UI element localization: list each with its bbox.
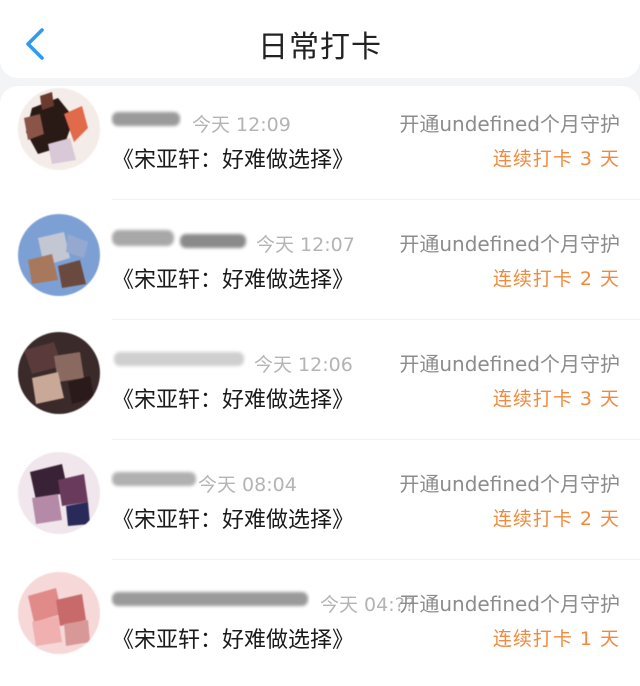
avatar[interactable] [18, 332, 100, 414]
page-title: 日常打卡 [258, 30, 382, 65]
checkin-time: 今天 12:09 [192, 114, 291, 136]
book-title: 《宋亚轩：好难做选择》 [112, 388, 355, 413]
checkin-row[interactable]: 今天 12:09 开通undefined个月守护 《宋亚轩：好难做选择》 连续打… [0, 86, 640, 206]
divider [112, 439, 640, 440]
checkin-time: 今天 12:06 [254, 354, 353, 376]
checkin-list: 今天 12:09 开通undefined个月守护 《宋亚轩：好难做选择》 连续打… [0, 86, 640, 686]
avatar[interactable] [18, 572, 100, 654]
book-title: 《宋亚轩：好难做选择》 [112, 268, 355, 293]
streak-label: 连续打卡 2 天 [492, 508, 620, 530]
checkin-row[interactable]: 今天 04:?? 开通undefined个月守护 《宋亚轩：好难做选择》 连续打… [0, 566, 640, 686]
checkin-row[interactable]: 今天 08:04 开通undefined个月守护 《宋亚轩：好难做选择》 连续打… [0, 446, 640, 566]
nav-header: 日常打卡 [0, 0, 640, 78]
guard-info: 开通undefined个月守护 [399, 352, 620, 376]
checkin-time: 今天 08:04 [198, 474, 297, 496]
divider [112, 559, 640, 560]
checkin-row[interactable]: 今天 12:07 开通undefined个月守护 《宋亚轩：好难做选择》 连续打… [0, 206, 640, 326]
username-redacted [110, 226, 250, 252]
streak-label: 连续打卡 3 天 [492, 388, 620, 410]
avatar[interactable] [18, 452, 100, 534]
streak-label: 连续打卡 3 天 [492, 148, 620, 170]
book-title: 《宋亚轩：好难做选择》 [112, 628, 355, 653]
checkin-row[interactable]: 今天 12:06 开通undefined个月守护 《宋亚轩：好难做选择》 连续打… [0, 326, 640, 446]
username-redacted [110, 346, 250, 372]
guard-info: 开通undefined个月守护 [399, 472, 620, 496]
streak-label: 连续打卡 2 天 [492, 268, 620, 290]
username-redacted [110, 586, 310, 612]
checkin-time: 今天 12:07 [256, 234, 355, 256]
avatar[interactable] [18, 214, 100, 296]
username-redacted [110, 466, 200, 492]
username-redacted [110, 106, 182, 132]
guard-info: 开通undefined个月守护 [399, 112, 620, 136]
guard-info: 开通undefined个月守护 [399, 232, 620, 256]
avatar[interactable] [18, 88, 100, 170]
divider [112, 319, 640, 320]
book-title: 《宋亚轩：好难做选择》 [112, 148, 355, 173]
book-title: 《宋亚轩：好难做选择》 [112, 508, 355, 533]
guard-info: 开通undefined个月守护 [399, 592, 620, 616]
divider [112, 199, 640, 200]
streak-label: 连续打卡 1 天 [492, 628, 620, 650]
